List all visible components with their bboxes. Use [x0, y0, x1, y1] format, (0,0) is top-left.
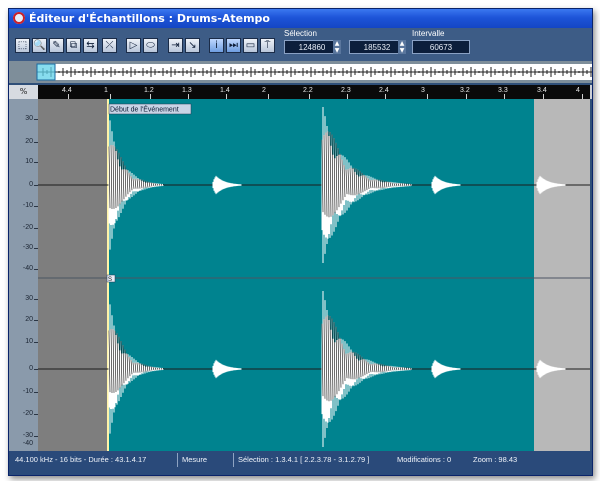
interval-field[interactable]: 60673 — [412, 40, 470, 54]
scale-label: 30 — [25, 115, 33, 122]
split-icon[interactable]: ⧉ — [66, 38, 81, 53]
region-icon[interactable]: ▭ — [243, 38, 258, 53]
scale-label: 10 — [25, 338, 33, 345]
status-bar: 44.100 kHz - 16 bits - Durée : 43.1.4.17… — [9, 451, 592, 475]
sample-editor-window: Éditeur d'Échantillons : Drums-Atempo ⬚ 🔍… — [8, 8, 593, 476]
selection-end-field[interactable]: 185532 — [349, 40, 405, 54]
event-region — [108, 99, 534, 451]
ruler-tick-label: 2.2 — [303, 87, 313, 94]
status-separator — [177, 453, 178, 467]
scale-label: -10 — [22, 202, 33, 209]
selection-end-spinner[interactable]: ▲ ▼ — [398, 40, 406, 54]
ruler-tick-label: 3.2 — [460, 87, 470, 94]
app-icon — [13, 12, 25, 24]
event-start-label: Début de l'Événement — [110, 105, 179, 114]
zoom-icon[interactable]: 🔍 — [32, 38, 47, 53]
interval-label: Intervalle — [412, 29, 445, 38]
scale-label: 0 — [29, 181, 33, 188]
status-modifications: Modifications : 0 — [397, 455, 452, 464]
toolbar: ⬚ 🔍 ✎ ⧉ ⇆ ⤫ ▷ ⬭ ⇥ ↘ i ⏭ ▭ ⍑ Sélection 124860 ▲ ▼ 18553… — [9, 28, 592, 61]
ruler-tick-label: 2.4 — [379, 87, 389, 94]
ruler-tick-label: 1.3 — [182, 87, 192, 94]
range-select-icon[interactable]: ⬚ — [15, 38, 30, 53]
ruler-tick-label: 3.3 — [498, 87, 508, 94]
timeline-ruler[interactable]: % 4.4 1 1.2 1.3 1.4 2 2.2 2.3 2.4 3 3.2 3.3 3.4 4 — [9, 85, 592, 99]
zero-crossing-icon[interactable]: ↘ — [185, 38, 200, 53]
overview-strip[interactable] — [9, 61, 592, 83]
ruler-tick-label: 1.2 — [144, 87, 154, 94]
scale-label: 20 — [25, 138, 33, 145]
status-zoom: Zoom : 98.43 — [473, 455, 518, 464]
ruler-tick-label: 1 — [104, 87, 108, 94]
selection-start-spinner[interactable]: ▲ ▼ — [333, 40, 341, 54]
post-event-region — [534, 99, 590, 451]
marker-icon[interactable]: ⍑ — [260, 38, 275, 53]
snap-icon[interactable]: ⇥ — [168, 38, 183, 53]
waveform-area[interactable]: Début de l'Événement S — [38, 99, 590, 451]
scale-label: -30 — [22, 244, 33, 251]
time-warp-icon[interactable]: ⤫ — [102, 38, 117, 53]
scale-label: -30 — [22, 432, 33, 439]
selection-label: Sélection — [284, 29, 317, 38]
info-icon[interactable]: i — [209, 38, 224, 53]
channel-marker-glyph: S — [108, 277, 112, 283]
swap-icon[interactable]: ⇆ — [83, 38, 98, 53]
scale-label: 10 — [25, 158, 33, 165]
scale-label: -40 — [22, 440, 33, 447]
ruler-tick-label: 3.4 — [537, 87, 547, 94]
ruler-unit-corner: % — [9, 85, 39, 99]
ruler-tick-label: 2.3 — [341, 87, 351, 94]
status-mode[interactable]: Mesure — [182, 454, 232, 466]
scale-label: 20 — [25, 316, 33, 323]
ruler-tick-label: 1.4 — [220, 87, 230, 94]
amplitude-scale: 30 20 10 0 -10 -20 -30 -40 30 20 10 0 -10 -20 -30 -40 — [9, 99, 39, 451]
overview-view-window[interactable] — [36, 63, 56, 81]
ruler-tick-label: 3 — [421, 87, 425, 94]
scale-label: -10 — [22, 388, 33, 395]
scale-label: -40 — [22, 265, 33, 272]
scale-label: 30 — [25, 295, 33, 302]
status-format: 44.100 kHz - 16 bits - Durée : 43.1.4.17 — [15, 455, 147, 464]
autoscroll-icon[interactable]: ⏭ — [226, 38, 241, 53]
window-title: Éditeur d'Échantillons : Drums-Atempo — [29, 12, 270, 25]
ruler-tick-label: 4.4 — [62, 87, 72, 94]
play-icon[interactable]: ▷ — [126, 38, 141, 53]
overview-waveform — [9, 61, 592, 83]
status-selection: Sélection : 1.3.4.1 [ 2.2.3.78 - 3.1.2.7… — [238, 455, 370, 464]
waveform-display[interactable]: Début de l'Événement S — [38, 99, 590, 451]
pencil-icon[interactable]: ✎ — [49, 38, 64, 53]
scale-label: -20 — [22, 224, 33, 231]
scale-label: -20 — [22, 410, 33, 417]
loop-icon[interactable]: ⬭ — [143, 38, 158, 53]
ruler-strip[interactable]: 4.4 1 1.2 1.3 1.4 2 2.2 2.3 2.4 3 3.2 3.3 3.4 4 — [38, 85, 590, 99]
ruler-tick-label: 2 — [262, 87, 266, 94]
status-separator — [233, 453, 234, 467]
scale-label: 0 — [29, 365, 33, 372]
selection-start-field[interactable]: 124860 — [284, 40, 340, 54]
ruler-tick-label: 4 — [576, 87, 580, 94]
title-bar[interactable]: Éditeur d'Échantillons : Drums-Atempo — [9, 9, 592, 28]
